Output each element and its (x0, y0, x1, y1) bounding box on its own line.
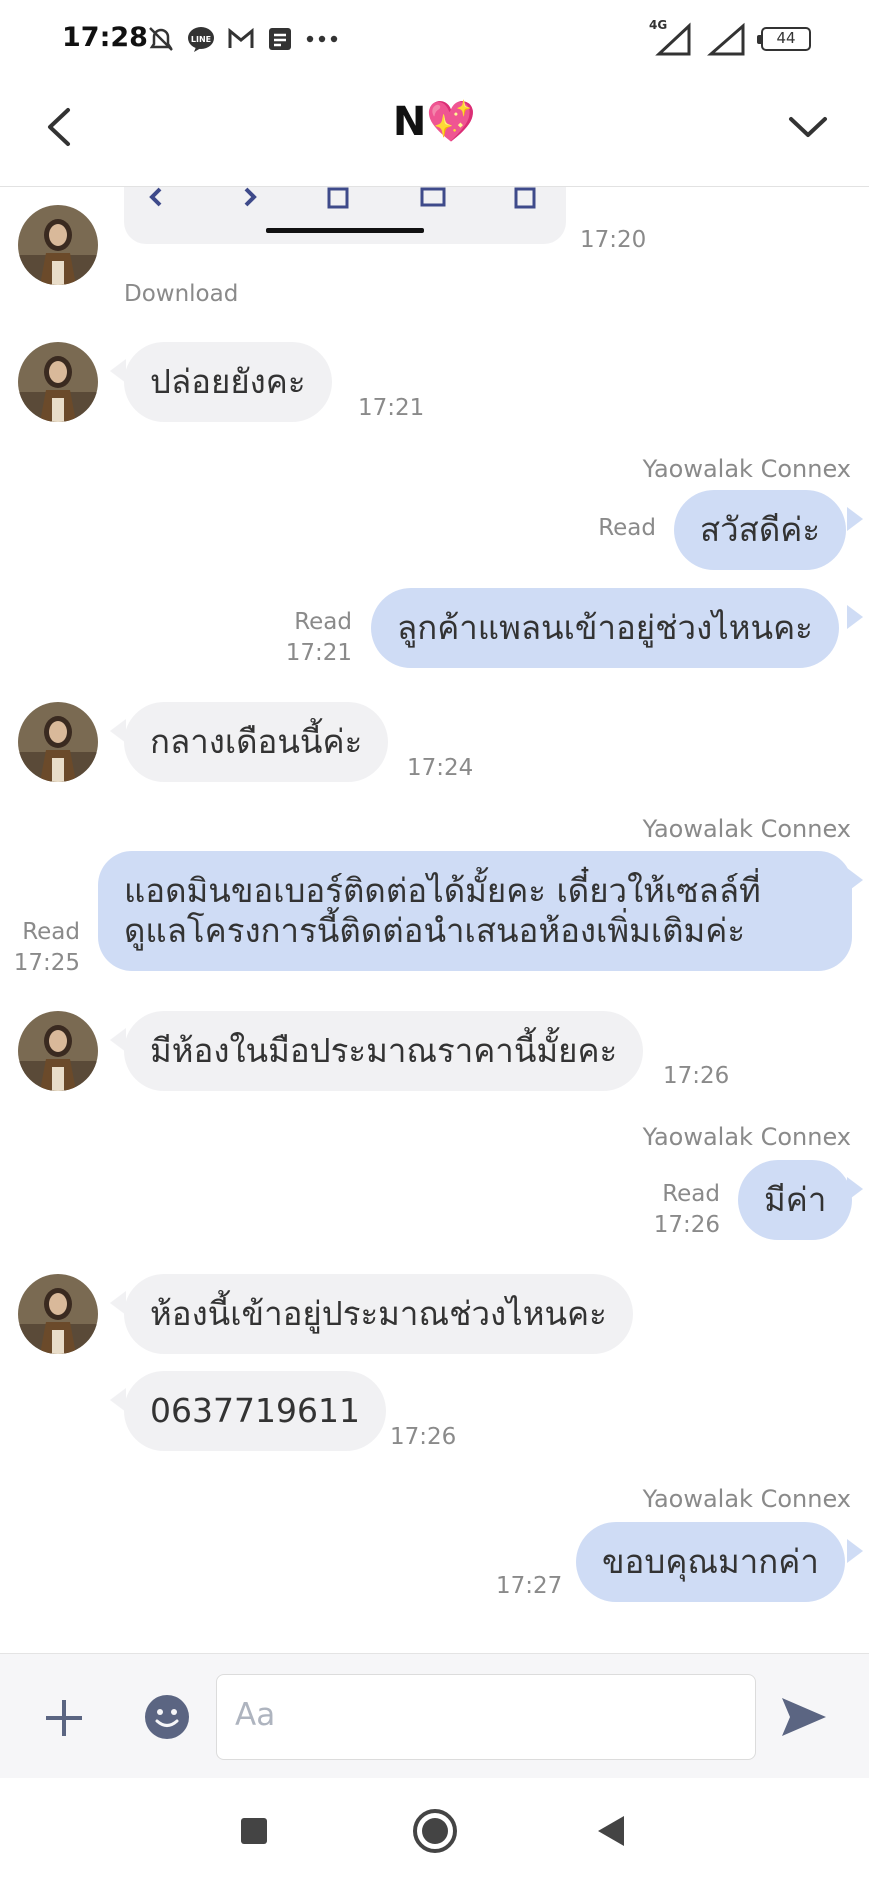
chat-title: N💖 (392, 99, 477, 145)
message-composer: Aa (0, 1653, 869, 1779)
bubble-tail (847, 1177, 863, 1201)
download-link[interactable]: Download (124, 281, 238, 307)
avatar[interactable] (18, 342, 98, 422)
sender-name: Yaowalak Connex (642, 815, 851, 843)
avatar-photo (18, 205, 98, 285)
bubble-tail (847, 605, 863, 629)
message-line: ดูแลโครงการนี้ติดต่อนำเสนอห้องเพิ่มเติมค… (124, 911, 746, 950)
line-icon: LINE (188, 27, 214, 52)
avatar-photo (18, 702, 98, 782)
message-input[interactable]: Aa (216, 1674, 756, 1760)
plus-icon[interactable] (42, 1696, 86, 1740)
read-receipt: Read (294, 609, 352, 635)
bubble-tail (847, 507, 863, 531)
battery-icon: 44 (757, 27, 811, 51)
outgoing-message[interactable]: ขอบคุณมากค่า (576, 1522, 845, 1602)
read-receipt-block: Read 17:25 (10, 917, 80, 979)
message-time: 17:26 (653, 1212, 720, 1238)
more-dots-icon (306, 35, 338, 43)
image-message[interactable] (124, 187, 566, 244)
system-nav-bar (0, 1778, 869, 1883)
read-receipt: Read (598, 515, 656, 541)
message-time: 17:25 (13, 950, 80, 976)
chevron-down-icon[interactable] (783, 102, 833, 152)
read-receipt: Read (662, 1181, 720, 1207)
home-button[interactable] (412, 1808, 458, 1854)
network-label: 4G (649, 18, 668, 32)
message-time: 17:21 (285, 640, 352, 666)
avatar-photo (18, 342, 98, 422)
bubble-tail (847, 1539, 863, 1563)
message-list[interactable]: 17:20 Download ปล่อยยังคะ 17:21 Yaowalak… (0, 187, 869, 1653)
outgoing-message[interactable]: แอดมินขอเบอร์ติดต่อได้มั้ยคะ เดี๋ยวให้เซ… (98, 851, 852, 971)
bubble-tail (847, 868, 863, 892)
outgoing-message[interactable]: สวัสดีค่ะ (674, 490, 847, 570)
read-receipt-block: Read 17:21 (270, 607, 352, 669)
status-bar: 17:28 LINE 4G 44 (0, 0, 869, 80)
signal-icon (707, 22, 745, 56)
note-icon (269, 28, 291, 50)
incoming-message[interactable]: มีห้องในมือประมาณราคานี้มั้ยคะ (124, 1011, 644, 1091)
avatar[interactable] (18, 1274, 98, 1354)
incoming-message[interactable]: ห้องนี้เข้าอยู่ประมาณช่วงไหนคะ (124, 1274, 633, 1354)
read-receipt: Read (22, 919, 80, 945)
message-time: 17:20 (580, 227, 647, 253)
message-time: 17:27 (496, 1573, 563, 1599)
read-receipt-block: Read 17:26 (640, 1179, 720, 1241)
incoming-message[interactable]: ปล่อยยังคะ (124, 342, 332, 422)
incoming-message[interactable]: กลางเดือนนี้ค่ะ (124, 702, 389, 782)
incoming-message[interactable]: 0637719611 (124, 1371, 386, 1451)
avatar[interactable] (18, 205, 98, 285)
avatar[interactable] (18, 702, 98, 782)
image-preview (149, 187, 536, 233)
signal-4g-icon: 4G (649, 18, 693, 56)
message-time: 17:26 (663, 1063, 730, 1089)
status-time: 17:28 (62, 22, 148, 53)
chat-header: N💖 (0, 80, 869, 187)
recents-button[interactable] (241, 1818, 267, 1844)
send-icon[interactable] (780, 1694, 828, 1740)
emoji-icon[interactable] (144, 1694, 190, 1740)
system-icons: 4G 44 (649, 18, 811, 56)
message-time: 17:24 (407, 755, 474, 781)
gmail-icon (228, 27, 254, 48)
message-time: 17:26 (390, 1424, 457, 1450)
sender-name: Yaowalak Connex (642, 1485, 851, 1513)
notification-icons: LINE (146, 24, 340, 54)
outgoing-message[interactable]: มีค่า (738, 1160, 853, 1240)
back-nav-button[interactable] (596, 1814, 626, 1848)
message-line: แอดมินขอเบอร์ติดต่อได้มั้ยคะ เดี๋ยวให้เซ… (124, 871, 761, 910)
sender-name: Yaowalak Connex (642, 1123, 851, 1151)
sender-name: Yaowalak Connex (642, 455, 851, 483)
message-time: 17:21 (358, 395, 425, 421)
svg-text:LINE: LINE (191, 35, 211, 44)
avatar[interactable] (18, 1011, 98, 1091)
avatar-photo (18, 1011, 98, 1091)
avatar-photo (18, 1274, 98, 1354)
battery-level: 44 (776, 29, 796, 47)
mute-bell-icon (149, 27, 173, 51)
outgoing-message[interactable]: ลูกค้าแพลนเข้าอยู่ช่วงไหนคะ (371, 588, 839, 668)
